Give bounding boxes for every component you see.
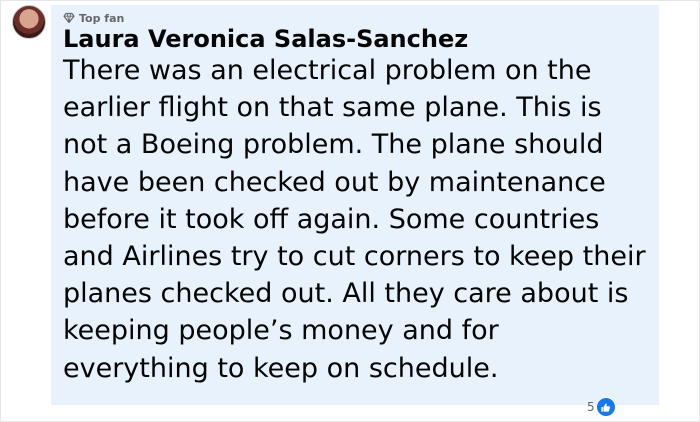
like-icon <box>595 397 616 417</box>
avatar[interactable] <box>12 5 46 39</box>
comment-card: Top fan Laura Veronica Salas-Sanchez The… <box>0 0 700 422</box>
diamond-icon <box>63 12 75 24</box>
reaction-count: 5 <box>587 400 595 414</box>
badge-label: Top fan <box>79 11 125 25</box>
reaction-summary[interactable]: 5 <box>587 397 616 417</box>
comment-text: There was an electrical problem on the e… <box>63 55 646 384</box>
author-name[interactable]: Laura Veronica Salas-Sanchez <box>63 25 468 53</box>
top-fan-badge[interactable]: Top fan <box>63 11 125 25</box>
